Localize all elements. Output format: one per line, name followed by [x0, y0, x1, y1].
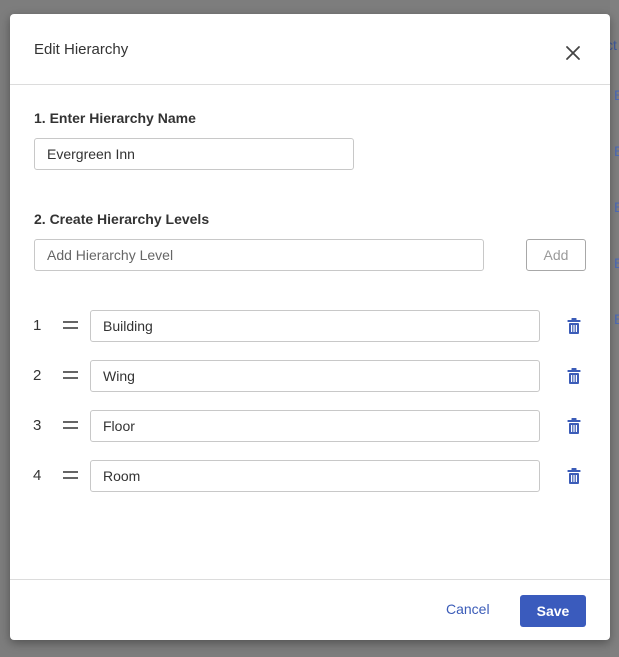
- hierarchy-name-label: 1. Enter Hierarchy Name: [34, 110, 196, 126]
- background-link: E: [614, 311, 619, 327]
- cancel-button[interactable]: Cancel: [446, 601, 490, 617]
- trash-icon[interactable]: [567, 418, 581, 434]
- modal-header: Edit Hierarchy: [10, 14, 610, 85]
- level-input[interactable]: [90, 310, 540, 342]
- trash-icon[interactable]: [567, 318, 581, 334]
- modal-footer: Cancel Save: [10, 579, 610, 641]
- close-icon[interactable]: [563, 43, 583, 63]
- level-input[interactable]: [90, 460, 540, 492]
- level-number: 4: [33, 467, 42, 484]
- level-input[interactable]: [90, 410, 540, 442]
- drag-handle-icon[interactable]: [63, 371, 78, 381]
- save-button[interactable]: Save: [520, 595, 586, 627]
- drag-handle-icon[interactable]: [63, 321, 78, 331]
- modal-title: Edit Hierarchy: [34, 41, 129, 58]
- trash-icon[interactable]: [567, 368, 581, 384]
- add-level-input[interactable]: [34, 239, 484, 271]
- level-number: 3: [33, 417, 42, 434]
- drag-handle-icon[interactable]: [63, 421, 78, 431]
- hierarchy-levels-label: 2. Create Hierarchy Levels: [34, 211, 210, 227]
- level-input[interactable]: [90, 360, 540, 392]
- hierarchy-name-input[interactable]: [34, 138, 354, 170]
- level-row: 4: [10, 460, 610, 492]
- background-link: E: [614, 255, 619, 271]
- add-level-button[interactable]: Add: [526, 239, 586, 271]
- trash-icon[interactable]: [567, 468, 581, 484]
- background-link: E: [614, 143, 619, 159]
- drag-handle-icon[interactable]: [63, 471, 78, 481]
- level-row: 3: [10, 410, 610, 442]
- background-link: E: [614, 87, 619, 103]
- level-row: 2: [10, 360, 610, 392]
- level-number: 2: [33, 367, 42, 384]
- level-number: 1: [33, 317, 42, 334]
- level-row: 1: [10, 310, 610, 342]
- edit-hierarchy-modal: Edit Hierarchy 1. Enter Hierarchy Name 2…: [10, 14, 610, 640]
- background-link: E: [614, 199, 619, 215]
